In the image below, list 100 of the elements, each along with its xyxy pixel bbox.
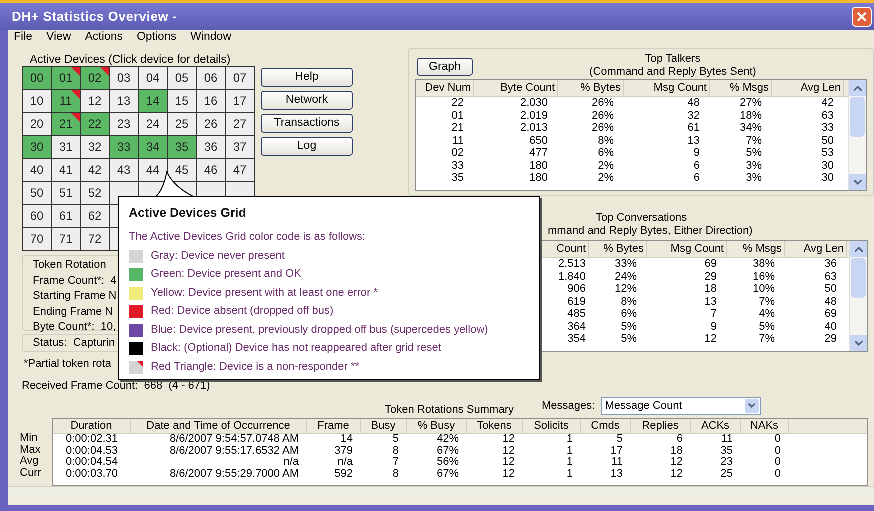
device-cell[interactable]: 01	[52, 67, 80, 89]
column-header[interactable]: % Msgs	[710, 80, 772, 96]
table-cell-text: 12%	[614, 283, 638, 296]
graph-button[interactable]: Graph	[417, 58, 473, 76]
table-cell-text: 32	[686, 110, 701, 122]
device-cell[interactable]: 52	[81, 182, 109, 204]
action-button[interactable]: Log	[261, 137, 353, 156]
column-header[interactable]: Solicits	[523, 419, 581, 433]
device-cell[interactable]: 42	[81, 159, 109, 181]
column-header[interactable]: ACKs	[691, 419, 741, 433]
column-header[interactable]: Dev Num	[416, 80, 474, 96]
row-label: Curr	[20, 468, 42, 479]
table-cell-text: 69	[824, 308, 838, 320]
device-cell[interactable]: 46	[197, 159, 225, 181]
device-cell[interactable]: 43	[110, 159, 138, 181]
column-header[interactable]: % Busy	[407, 419, 467, 433]
column-header[interactable]: % Bytes	[558, 80, 624, 96]
column-header[interactable]: % Msgs	[727, 241, 785, 257]
column-header[interactable]: Avg Len	[772, 80, 844, 96]
device-cell[interactable]: 60	[23, 205, 51, 227]
menu-item[interactable]: Actions	[85, 29, 123, 47]
menu-item[interactable]: Window	[190, 29, 232, 47]
device-cell[interactable]: 14	[139, 90, 167, 112]
device-cell[interactable]: 06	[197, 67, 225, 89]
action-button[interactable]: Network	[261, 91, 353, 110]
close-button[interactable]	[852, 6, 872, 26]
device-cell[interactable]: 02	[81, 67, 109, 89]
device-cell[interactable]: 32	[81, 136, 109, 158]
device-cell[interactable]: 41	[52, 159, 80, 181]
column-header[interactable]: Tokens	[467, 419, 523, 433]
table-cell-text: 180	[528, 160, 549, 172]
device-cell[interactable]: 31	[52, 136, 80, 158]
device-cell[interactable]: 11	[52, 90, 80, 112]
table-cell-text: 50	[824, 283, 838, 296]
device-cell[interactable]: 05	[168, 67, 196, 89]
table-cell-text: n/a	[336, 457, 354, 468]
device-cell[interactable]: 26	[197, 113, 225, 135]
device-cell[interactable]: 33	[110, 136, 138, 158]
device-cell[interactable]: 25	[168, 113, 196, 135]
device-cell[interactable]: 40	[23, 159, 51, 181]
column-header[interactable]: NAKs	[741, 419, 789, 433]
device-cell[interactable]: 10	[23, 90, 51, 112]
device-cell[interactable]: 00	[23, 67, 51, 89]
messages-label: Messages:	[542, 398, 596, 414]
column-header[interactable]: Avg Len	[785, 241, 847, 257]
device-cell[interactable]: 23	[110, 113, 138, 135]
device-cell[interactable]: 47	[226, 159, 254, 181]
device-cell[interactable]: 35	[168, 136, 196, 158]
device-cell[interactable]: 17	[226, 90, 254, 112]
table-cell-text: 0	[774, 457, 782, 468]
menu-item[interactable]: Options	[136, 29, 177, 47]
device-cell[interactable]: 16	[197, 90, 225, 112]
table-cell-text: 67%	[436, 468, 460, 480]
column-header[interactable]: Busy	[361, 419, 407, 433]
column-header[interactable]: Duration	[53, 419, 131, 433]
table-cell-text: 7%	[745, 134, 763, 147]
menu-item[interactable]: View	[46, 29, 72, 47]
device-cell[interactable]: 71	[52, 228, 80, 250]
device-cell[interactable]: 15	[168, 90, 196, 112]
device-cell[interactable]: 34	[139, 136, 167, 158]
device-cell[interactable]: 70	[23, 228, 51, 250]
device-cell[interactable]: 07	[226, 67, 254, 89]
device-cell[interactable]: 61	[52, 205, 80, 227]
device-cell[interactable]: 30	[23, 136, 51, 158]
device-cell[interactable]: 03	[110, 67, 138, 89]
table-cell-text: 01	[450, 110, 465, 122]
column-header[interactable]: Count	[551, 241, 589, 257]
device-cell[interactable]: 62	[81, 205, 109, 227]
device-cell[interactable]: 22	[81, 113, 109, 135]
device-cell[interactable]: 12	[81, 90, 109, 112]
action-button[interactable]: Help	[261, 68, 353, 87]
device-cell[interactable]: 27	[226, 113, 254, 135]
column-header[interactable]: Date and Time of Occurrence	[131, 419, 307, 433]
column-header[interactable]: Msg Count	[624, 80, 710, 96]
device-cell[interactable]: 20	[23, 113, 51, 135]
device-cell[interactable]: 44	[139, 159, 167, 181]
device-cell[interactable]: 24	[139, 113, 167, 135]
column-header[interactable]: Msg Count	[647, 241, 727, 257]
device-cell[interactable]: 50	[23, 182, 51, 204]
device-cell[interactable]: 37	[226, 136, 254, 158]
menu-item[interactable]: File	[14, 29, 33, 47]
column-header[interactable]: Frame	[307, 419, 361, 433]
scrollbar[interactable]	[848, 80, 866, 190]
device-cell[interactable]: 51	[52, 182, 80, 204]
action-button[interactable]: Transactions	[261, 114, 353, 133]
scrollbar[interactable]	[849, 241, 867, 351]
legend-text: Red Triangle: Device is a non-responder **	[151, 360, 360, 375]
device-cell[interactable]: 04	[139, 67, 167, 89]
messages-dropdown[interactable]: Message Count	[601, 397, 762, 415]
table-cell-text: 18%	[738, 110, 763, 122]
device-cell[interactable]: 13	[110, 90, 138, 112]
column-header[interactable]: Byte Count	[474, 80, 558, 96]
column-header[interactable]: % Bytes	[589, 241, 647, 257]
device-cell[interactable]: 45	[168, 159, 196, 181]
device-cell[interactable]: 36	[197, 136, 225, 158]
column-header[interactable]: Replies	[631, 419, 691, 433]
device-cell[interactable]: 72	[81, 228, 109, 250]
column-header[interactable]: Cmds	[581, 419, 631, 433]
device-cell[interactable]: 21	[52, 113, 80, 135]
table-cell-text: 42	[820, 97, 835, 110]
